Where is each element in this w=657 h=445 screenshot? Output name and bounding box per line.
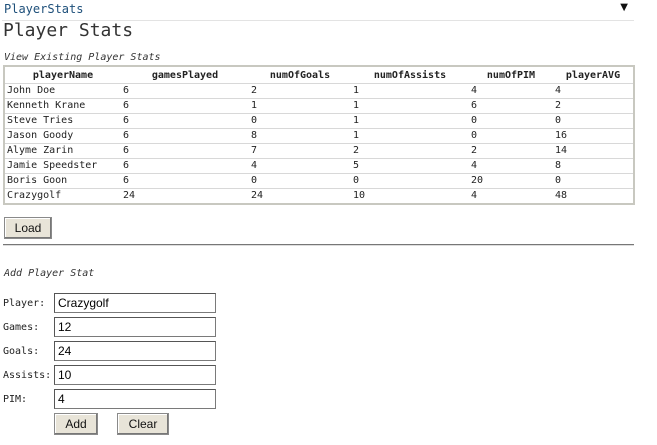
view-section-label: View Existing Player Stats bbox=[4, 52, 161, 63]
col-header-numofpim: numOfPIM bbox=[469, 67, 553, 84]
player-stats-table: playerName gamesPlayed numOfGoals numOfA… bbox=[3, 65, 635, 205]
table-cell: 6 bbox=[121, 98, 249, 114]
table-cell: 4 bbox=[469, 83, 553, 99]
assists-label: Assists: bbox=[3, 370, 52, 381]
table-cell: John Doe bbox=[5, 83, 121, 99]
col-header-gamesplayed: gamesPlayed bbox=[121, 67, 249, 84]
page-title: Player Stats bbox=[3, 20, 134, 41]
table-cell: 1 bbox=[249, 98, 351, 114]
col-header-numofassists: numOfAssists bbox=[351, 67, 469, 84]
table-cell: 20 bbox=[469, 173, 553, 189]
table-cell: 0 bbox=[469, 113, 553, 129]
table-cell: 6 bbox=[121, 173, 249, 189]
table-cell: 6 bbox=[121, 158, 249, 174]
assists-input[interactable]: 10 bbox=[54, 365, 216, 385]
table-cell: 0 bbox=[249, 173, 351, 189]
table-cell: Jason Goody bbox=[5, 128, 121, 144]
table-cell: 6 bbox=[121, 83, 249, 99]
window-title: PlayerStats bbox=[4, 2, 84, 16]
window-title-bar: PlayerStats ▼ bbox=[2, 2, 634, 21]
table-row: Steve Tries 6 0 1 0 0 bbox=[5, 113, 633, 129]
load-button[interactable]: Load bbox=[4, 217, 52, 239]
table-cell: 8 bbox=[553, 158, 633, 174]
goals-label: Goals: bbox=[3, 346, 40, 357]
table-cell: 24 bbox=[121, 188, 249, 203]
col-header-numofgoals: numOfGoals bbox=[249, 67, 351, 84]
clear-button[interactable]: Clear bbox=[117, 413, 169, 435]
table-cell: 2 bbox=[351, 143, 469, 159]
add-section-label: Add Player Stat bbox=[4, 268, 95, 279]
player-input[interactable]: Crazygolf bbox=[54, 293, 216, 313]
table-row: Jason Goody 6 8 1 0 16 bbox=[5, 128, 633, 144]
col-header-playername: playerName bbox=[5, 67, 121, 84]
table-cell: Crazygolf bbox=[5, 188, 121, 203]
table-cell: 7 bbox=[249, 143, 351, 159]
games-input[interactable]: 12 bbox=[54, 317, 216, 337]
table-row: Jamie Speedster 6 4 5 4 8 bbox=[5, 158, 633, 174]
table-cell: 8 bbox=[249, 128, 351, 144]
table-row: Crazygolf 24 24 10 4 48 bbox=[5, 188, 633, 203]
table-cell: 6 bbox=[121, 128, 249, 144]
table-cell: Boris Goon bbox=[5, 173, 121, 189]
goals-input[interactable]: 24 bbox=[54, 341, 216, 361]
table-row: Alyme Zarin 6 7 2 2 14 bbox=[5, 143, 633, 159]
table-cell: 1 bbox=[351, 113, 469, 129]
table-cell: 2 bbox=[249, 83, 351, 99]
table-cell: 2 bbox=[469, 143, 553, 159]
table-cell: 4 bbox=[469, 158, 553, 174]
dropdown-caret-icon[interactable]: ▼ bbox=[620, 2, 628, 13]
table-cell: 6 bbox=[121, 143, 249, 159]
table-header-row: playerName gamesPlayed numOfGoals numOfA… bbox=[5, 67, 633, 84]
pim-input[interactable]: 4 bbox=[54, 389, 216, 409]
table-cell: 14 bbox=[553, 143, 633, 159]
table-cell: Alyme Zarin bbox=[5, 143, 121, 159]
table-cell: Kenneth Krane bbox=[5, 98, 121, 114]
col-header-playeravg: playerAVG bbox=[553, 67, 633, 84]
table-cell: 0 bbox=[469, 128, 553, 144]
table-cell: 2 bbox=[553, 98, 633, 114]
table-cell: Jamie Speedster bbox=[5, 158, 121, 174]
table-cell: 6 bbox=[469, 98, 553, 114]
table-cell: 24 bbox=[249, 188, 351, 203]
table-cell: 1 bbox=[351, 83, 469, 99]
table-cell: 10 bbox=[351, 188, 469, 203]
table-cell: 4 bbox=[469, 188, 553, 203]
table-row: Kenneth Krane 6 1 1 6 2 bbox=[5, 98, 633, 114]
table-row: Boris Goon 6 0 0 20 0 bbox=[5, 173, 633, 189]
pim-label: PIM: bbox=[3, 394, 28, 405]
table-cell: Steve Tries bbox=[5, 113, 121, 129]
table-cell: 1 bbox=[351, 128, 469, 144]
table-cell: 4 bbox=[249, 158, 351, 174]
section-divider bbox=[3, 244, 634, 246]
table-cell: 16 bbox=[553, 128, 633, 144]
player-label: Player: bbox=[3, 298, 46, 309]
table-cell: 1 bbox=[351, 98, 469, 114]
add-button[interactable]: Add bbox=[54, 413, 98, 435]
table-cell: 5 bbox=[351, 158, 469, 174]
table-cell: 0 bbox=[249, 113, 351, 129]
table-cell: 6 bbox=[121, 113, 249, 129]
table-cell: 0 bbox=[553, 173, 633, 189]
table-cell: 0 bbox=[553, 113, 633, 129]
table-cell: 0 bbox=[351, 173, 469, 189]
table-row: John Doe 6 2 1 4 4 bbox=[5, 83, 633, 99]
games-label: Games: bbox=[3, 322, 40, 333]
table-cell: 48 bbox=[553, 188, 633, 203]
table-cell: 4 bbox=[553, 83, 633, 99]
